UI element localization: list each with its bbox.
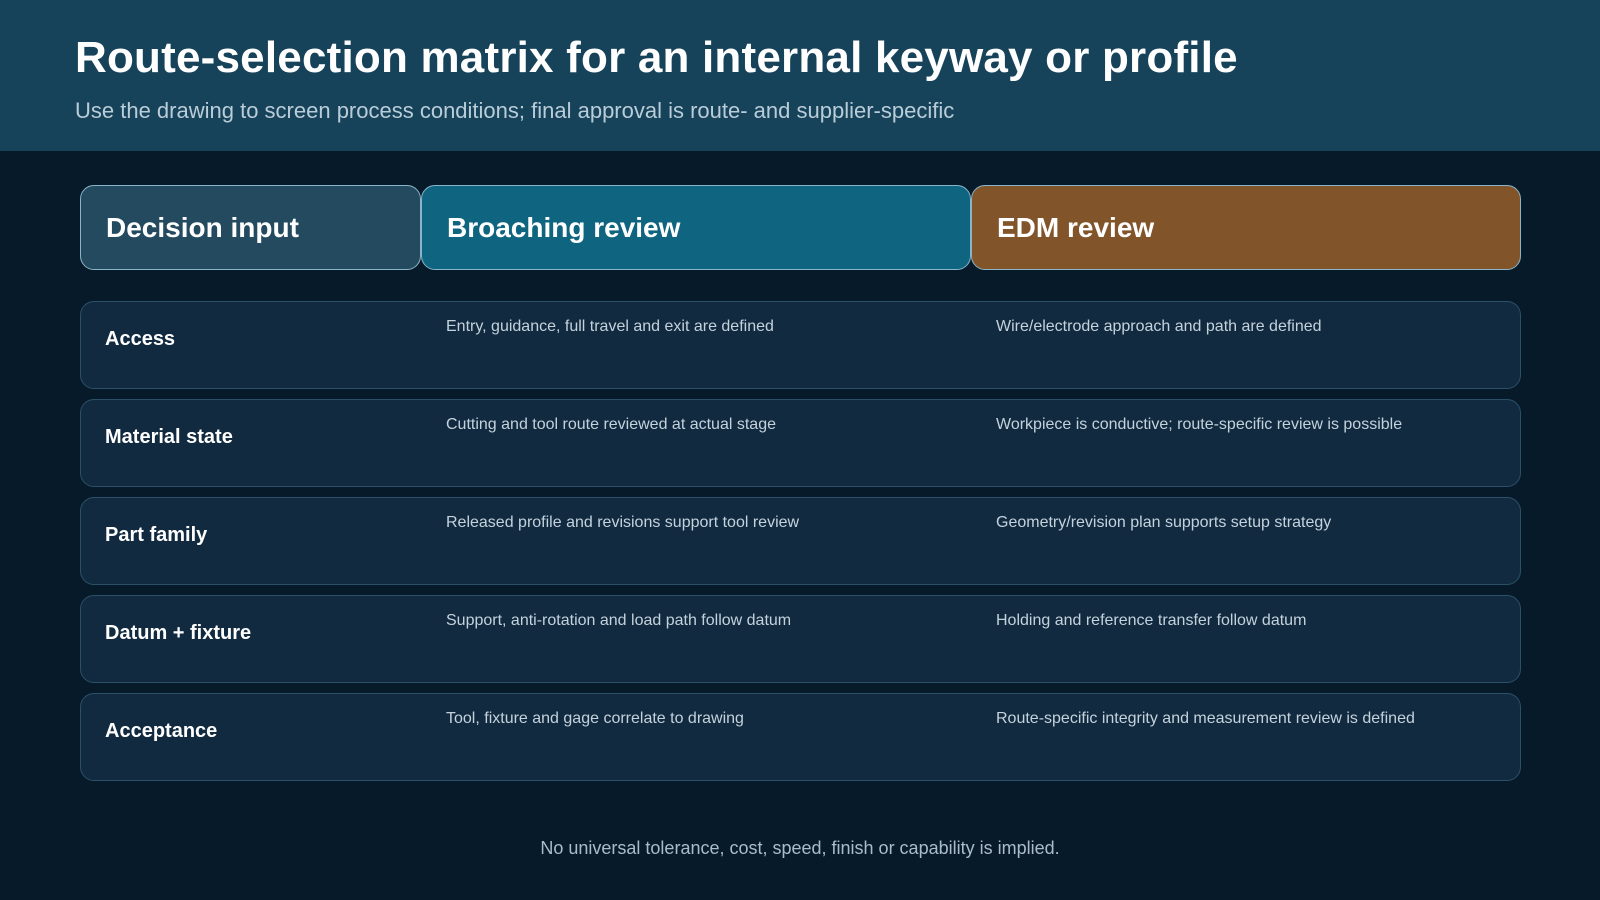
matrix-row-material-state: Material state Cutting and tool route re… [80,399,1521,487]
row-label: Access [105,328,176,350]
broaching-cell: Support, anti-rotation and load path fol… [446,612,792,629]
broaching-cell: Released profile and revisions support t… [446,514,800,531]
row-label: Material state [105,426,233,448]
footnote: No universal tolerance, cost, speed, fin… [540,838,1060,858]
edm-cell: Geometry/revision plan supports setup st… [996,514,1332,531]
matrix-row-acceptance: Acceptance Tool, fixture and gage correl… [80,693,1521,781]
broaching-cell: Entry, guidance, full travel and exit ar… [446,318,774,335]
broaching-cell: Tool, fixture and gage correlate to draw… [446,710,744,727]
edm-cell: Workpiece is conductive; route-specific … [996,416,1403,433]
matrix-row-access: Access Entry, guidance, full travel and … [80,301,1521,389]
matrix-row-datum-fixture: Datum + fixture Support, anti-rotation a… [80,595,1521,683]
matrix-row-part-family: Part family Released profile and revisio… [80,497,1521,585]
column-header-edm-review: EDM review [971,185,1521,270]
row-label: Acceptance [105,720,218,742]
row-label: Part family [105,524,208,546]
edm-cell: Route-specific integrity and measurement… [996,710,1415,727]
row-label: Datum + fixture [105,622,252,644]
page-subtitle: Use the drawing to screen process condit… [75,98,955,123]
edm-cell: Holding and reference transfer follow da… [996,612,1307,629]
header-band: Route-selection matrix for an internal k… [0,0,1600,151]
column-header-decision-input: Decision input [80,185,421,270]
edm-cell: Wire/electrode approach and path are def… [996,318,1322,335]
column-header-broaching-review: Broaching review [421,185,971,270]
broaching-cell: Cutting and tool route reviewed at actua… [446,416,776,433]
page-title: Route-selection matrix for an internal k… [75,33,1238,82]
